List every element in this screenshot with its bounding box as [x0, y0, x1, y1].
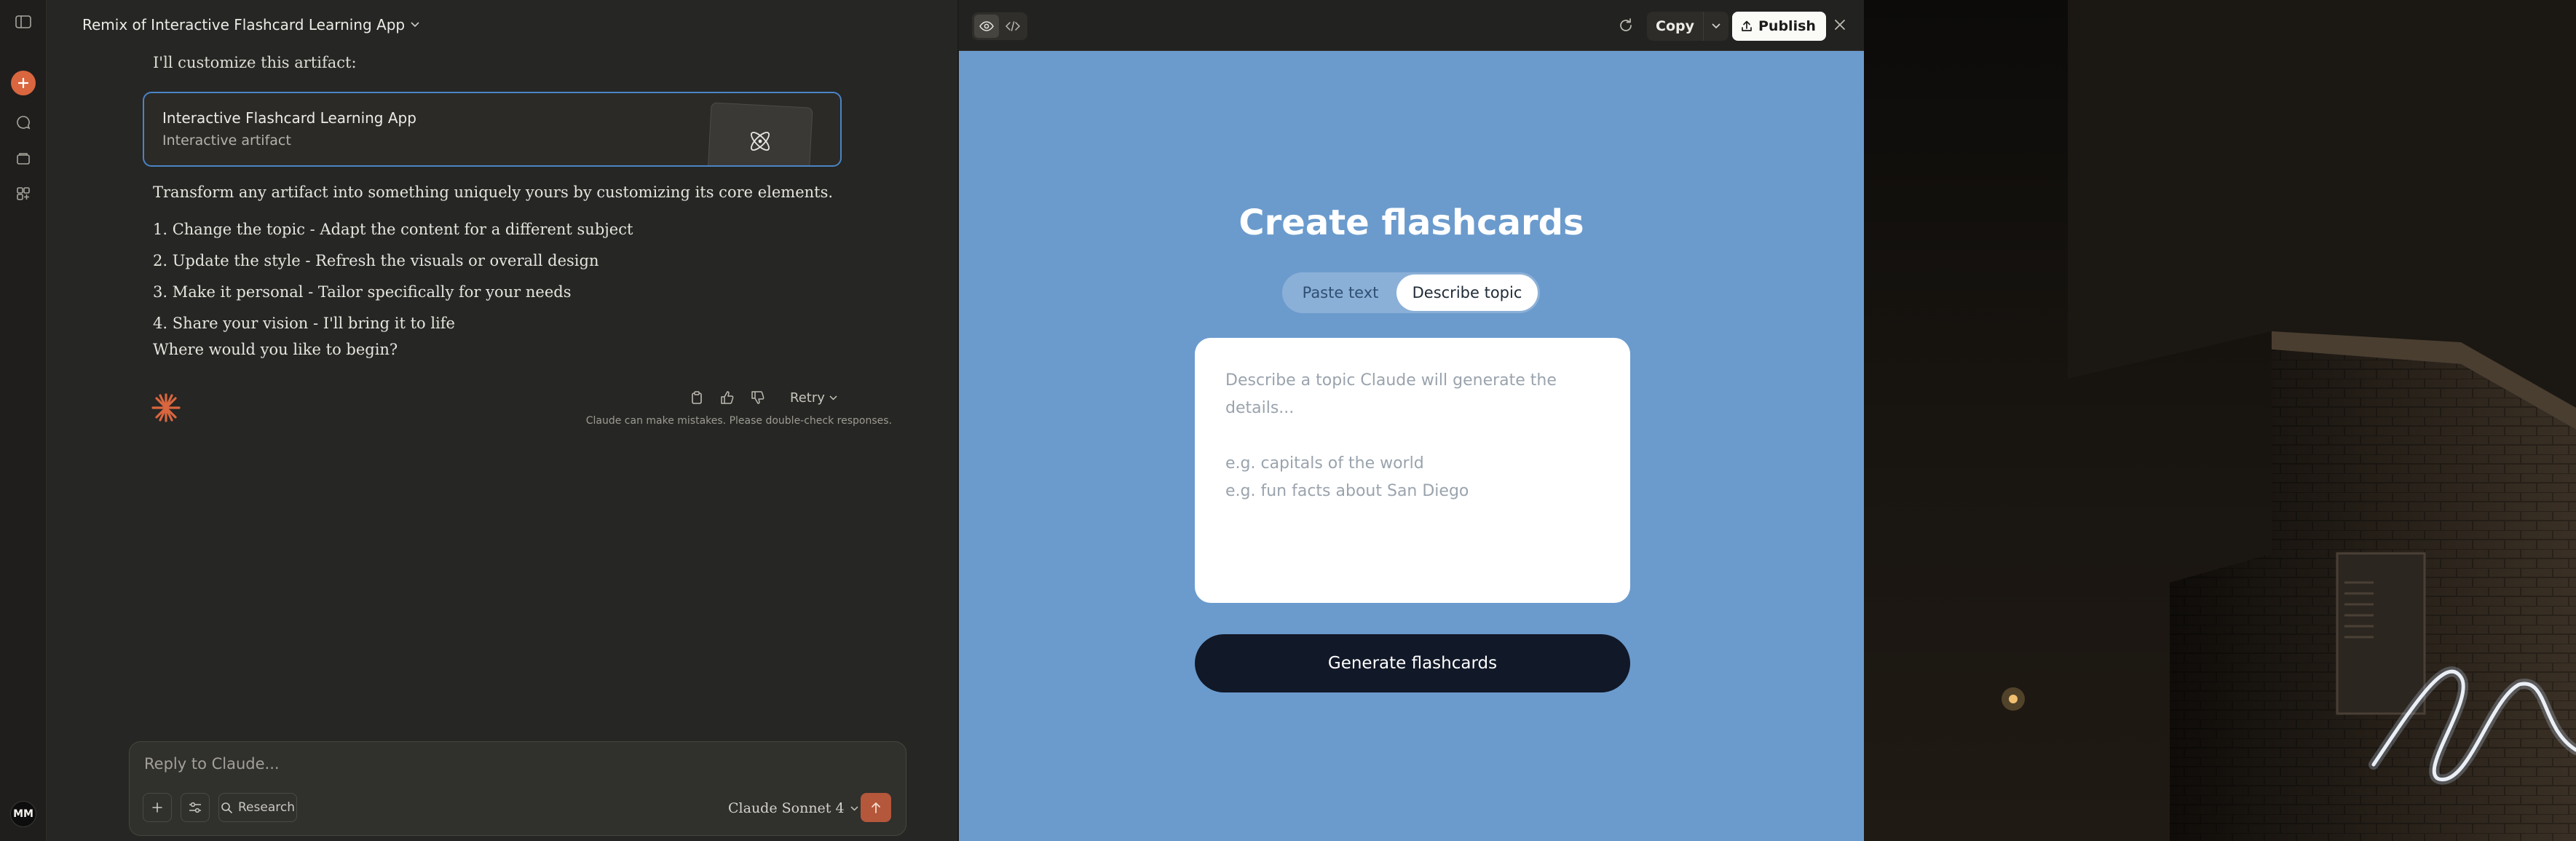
new-chat-button[interactable]	[11, 71, 36, 95]
projects-icon[interactable]	[10, 146, 36, 172]
retry-label: Retry	[790, 390, 825, 406]
list-item: 3. Make it personal - Tailor specificall…	[153, 283, 572, 301]
steps-list: 1. Change the topic - Adapt the content …	[153, 218, 633, 344]
artifact-title: Interactive Flashcard Learning App	[162, 109, 416, 127]
chevron-down-icon	[829, 395, 837, 400]
react-atom-icon	[751, 132, 770, 151]
copy-options-button[interactable]	[1704, 12, 1728, 41]
chevron-down-icon	[411, 22, 419, 28]
tools-button[interactable]	[181, 793, 210, 822]
preview-toggle[interactable]	[974, 15, 999, 38]
topic-card	[1195, 338, 1630, 603]
send-button[interactable]	[861, 793, 891, 822]
model-label: Claude Sonnet 4	[728, 800, 845, 816]
assistant-paragraph: Transform any artifact into something un…	[153, 183, 834, 201]
artifacts-icon[interactable]	[10, 181, 36, 207]
code-toggle[interactable]	[1000, 15, 1025, 38]
artifact-card[interactable]: Interactive Flashcard Learning App Inter…	[143, 92, 842, 167]
message-actions: Retry	[688, 389, 837, 406]
artifact-toolbar: Copy Publish	[959, 0, 1864, 51]
left-rail: MM	[0, 0, 47, 841]
chat-column: Remix of Interactive Flashcard Learning …	[47, 0, 957, 841]
assistant-closing: Where would you like to begin?	[153, 341, 398, 358]
code-icon	[1005, 21, 1020, 31]
artifact-subtitle: Interactive artifact	[162, 133, 291, 149]
copy-button-group: Copy	[1647, 12, 1728, 41]
artifact-panel: Copy Publish Create flashcards Paste tex…	[957, 0, 1864, 841]
add-attachment-button[interactable]	[143, 793, 172, 822]
desktop-background-photo	[1864, 0, 2576, 841]
reply-input[interactable]	[144, 755, 872, 773]
assistant-intro: I'll customize this artifact:	[153, 54, 357, 71]
refresh-icon[interactable]	[1618, 17, 1634, 33]
arrow-up-icon	[872, 802, 880, 813]
app-title: Create flashcards	[1238, 202, 1584, 243]
list-item: 4. Share your vision - I'll bring it to …	[153, 315, 455, 332]
view-toggle	[972, 12, 1027, 40]
chats-icon[interactable]	[10, 109, 36, 135]
thumbs-up-icon[interactable]	[719, 389, 736, 406]
disclaimer-text: Claude can make mistakes. Please double-…	[585, 415, 892, 427]
generate-flashcards-button[interactable]: Generate flashcards	[1195, 634, 1630, 692]
close-icon[interactable]	[1833, 17, 1847, 32]
tab-describe-topic[interactable]: Describe topic	[1396, 275, 1538, 311]
model-selector[interactable]: Claude Sonnet 4	[728, 800, 858, 816]
chevron-down-icon	[1712, 23, 1720, 29]
eye-icon	[979, 21, 994, 31]
chat-title: Remix of Interactive Flashcard Learning …	[82, 16, 406, 33]
copy-button[interactable]: Copy	[1647, 12, 1704, 41]
chevron-down-icon	[850, 805, 858, 811]
upload-icon	[1742, 20, 1752, 31]
sidebar-toggle-icon[interactable]	[10, 9, 36, 35]
chat-title-button[interactable]: Remix of Interactive Flashcard Learning …	[82, 16, 419, 33]
thumbs-down-icon[interactable]	[749, 389, 767, 406]
topic-input[interactable]	[1225, 367, 1604, 578]
input-mode-tabs: Paste text Describe topic	[1282, 272, 1540, 313]
research-button[interactable]: Research	[218, 793, 297, 822]
composer: Research Claude Sonnet 4	[129, 741, 906, 836]
claude-logo-icon	[150, 392, 182, 424]
list-item: 2. Update the style - Refresh the visual…	[153, 252, 599, 269]
research-label: Research	[238, 800, 295, 815]
search-icon	[221, 802, 232, 813]
user-avatar[interactable]: MM	[10, 801, 36, 827]
retry-button[interactable]: Retry	[790, 390, 837, 406]
copy-icon[interactable]	[688, 389, 706, 406]
artifact-thumbnail	[707, 102, 813, 165]
sliders-icon	[189, 802, 201, 813]
plus-icon	[152, 802, 162, 813]
publish-button[interactable]: Publish	[1732, 12, 1826, 41]
publish-label: Publish	[1758, 18, 1816, 34]
list-item: 1. Change the topic - Adapt the content …	[153, 221, 633, 238]
tab-paste-text[interactable]: Paste text	[1284, 275, 1396, 311]
